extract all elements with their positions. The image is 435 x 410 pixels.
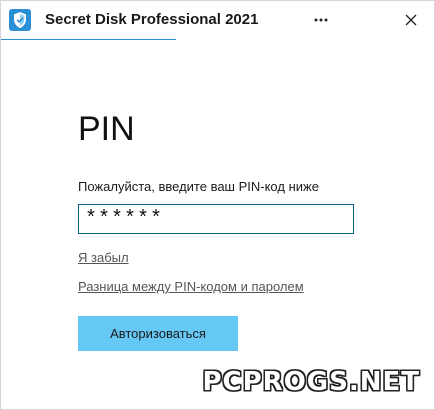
watermark-logo: PCPROGS.NET [196,365,426,399]
pin-input[interactable] [78,204,354,234]
pin-vs-password-link[interactable]: Разница между PIN-кодом и паролем [78,279,304,294]
page-title: PIN [78,110,135,148]
title-bar: Secret Disk Professional 2021 [1,1,434,39]
authorize-button[interactable]: Авторизоваться [78,316,238,351]
app-window: Secret Disk Professional 2021 PIN Пожалу… [0,0,435,410]
title-accent-line [1,39,176,40]
more-vertical-icon[interactable] [301,1,341,39]
forgot-pin-link[interactable]: Я забыл [78,250,129,265]
close-icon[interactable] [391,1,431,39]
window-title: Secret Disk Professional 2021 [45,11,259,28]
pin-prompt-label: Пожалуйста, введите ваш PIN-код ниже [78,179,319,194]
shield-icon [9,9,31,31]
